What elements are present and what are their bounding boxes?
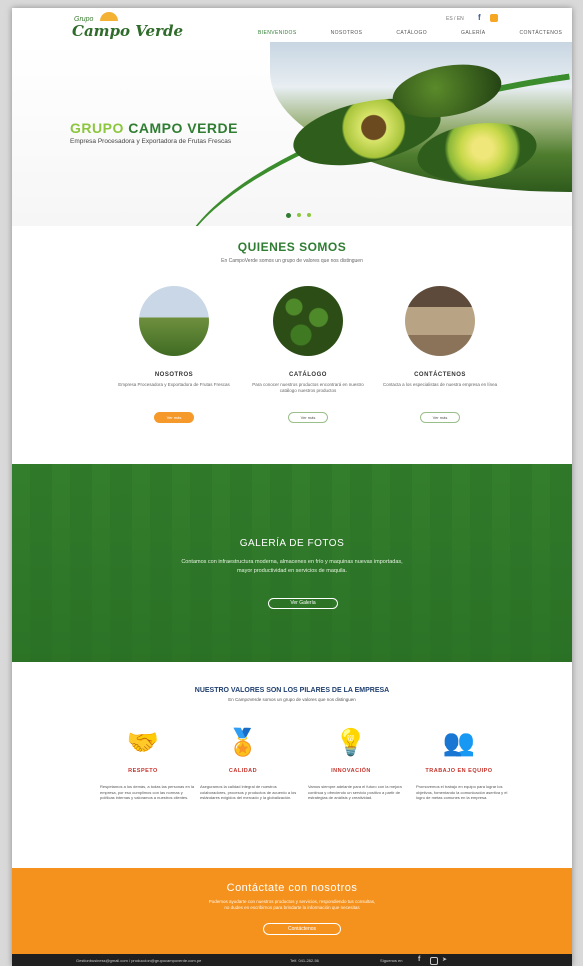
gallery-text-line: Contamos con infraestructura moderna, al… xyxy=(181,559,403,565)
slider-dots xyxy=(286,213,311,218)
contact-text-line: Podemos ayudarte con nuestros productos … xyxy=(208,899,376,904)
values-subtitle: En CampoVerde somos un grupo de valores … xyxy=(228,697,356,702)
contact-band: Contáctate con nosotros Podemos ayudarte… xyxy=(12,868,572,954)
main-nav: BIENVENIDOS NOSOTROS CATÁLOGO GALERÍA CO… xyxy=(258,30,572,36)
nav-galeria[interactable]: GALERÍA xyxy=(461,30,485,36)
value-calidad: 🏅 CALIDAD Aseguramos la calidad integral… xyxy=(188,726,298,801)
logo-name: Campo Verde xyxy=(72,22,183,40)
instagram-icon[interactable] xyxy=(490,14,498,22)
value-trabajo-equipo: 👥 TRABAJO EN EQUIPO Promovemos el trabaj… xyxy=(404,726,514,801)
page: Grupo Campo Verde cultivating excellence… xyxy=(12,8,572,966)
footer-phone: Telf. 041-282-56 xyxy=(290,958,319,963)
handshake-icon: 🤝 xyxy=(126,727,160,757)
nav-bienvenidos[interactable]: BIENVENIDOS xyxy=(258,30,297,36)
contact-text: Podemos ayudarte con nuestros productos … xyxy=(12,899,572,911)
value-title: TRABAJO EN EQUIPO xyxy=(425,768,493,774)
contactenos-more-button[interactable]: Ver más xyxy=(419,412,461,423)
value-text: Aseguramos la calidad integral de nuestr… xyxy=(200,784,297,800)
medal-icon: 🏅 xyxy=(226,727,260,757)
card-catalogo: CATÁLOGO Para conocer nuestros productos… xyxy=(248,286,368,424)
card-title: NOSOTROS xyxy=(154,372,194,378)
contact-button[interactable]: Contáctenos xyxy=(263,923,341,935)
nav-nosotros[interactable]: NOSOTROS xyxy=(331,30,363,36)
telegram-icon[interactable]: ➤ xyxy=(442,956,447,963)
contact-title: Contáctate con nosotros xyxy=(226,882,358,894)
contact-text-line: no dudes en escribirnos para brindarte l… xyxy=(224,905,360,910)
hero-slider: GRUPO CAMPO VERDE Empresa Procesadora y … xyxy=(12,42,572,226)
value-title: INNOVACIÓN xyxy=(331,768,371,774)
sun-logo-icon xyxy=(100,12,118,21)
card-title: CATÁLOGO xyxy=(289,372,327,378)
card-nosotros: NOSOTROS Empresa Procesadora y Exportado… xyxy=(114,286,234,424)
contactenos-photo xyxy=(405,286,475,356)
card-contactenos: CONTÁCTENOS Contacta a los especialistas… xyxy=(380,286,500,424)
nav-contactenos[interactable]: CONTÁCTENOS xyxy=(520,30,563,36)
value-title: RESPETO xyxy=(128,768,158,774)
value-innovacion: 💡 INNOVACIÓN Vamos siempre adelante para… xyxy=(296,726,406,801)
value-title: CALIDAD xyxy=(228,768,258,774)
hero-title-grupo: GRUPO xyxy=(70,120,124,136)
gallery-banner: GALERÍA DE FOTOS Contamos con infraestru… xyxy=(12,464,572,662)
value-text: Respetamos a los demás, a todas las pers… xyxy=(100,784,195,800)
card-text: Contacta a los especialistas de nuestra … xyxy=(382,382,498,387)
value-text: Promovemos el trabajo en equipo para log… xyxy=(416,784,508,800)
gallery-text: Contamos con infraestructura moderna, al… xyxy=(12,558,572,576)
footer-emails[interactable]: Gestionbusiness@gmail.com / produccion@g… xyxy=(76,958,201,963)
slider-dot[interactable] xyxy=(297,213,301,217)
footer-follow: Síguenos en xyxy=(380,958,403,963)
card-text: Empresa Procesadora y Exportadora de Fru… xyxy=(118,382,230,387)
quienes-title: QUIENES SOMOS xyxy=(237,240,347,254)
instagram-icon[interactable] xyxy=(430,957,438,965)
facebook-icon[interactable]: f xyxy=(418,956,420,963)
footer: Gestionbusiness@gmail.com / produccion@g… xyxy=(12,954,572,966)
card-text: Para conocer nuestros productos encontra… xyxy=(252,382,364,393)
hero-subtitle: Empresa Procesadora y Exportadora de Fru… xyxy=(70,138,232,145)
gallery-title: GALERÍA DE FOTOS xyxy=(239,538,345,549)
hero-title: GRUPO CAMPO VERDE xyxy=(70,120,238,136)
nosotros-more-button[interactable]: Ver más xyxy=(153,412,195,423)
nosotros-photo xyxy=(139,286,209,356)
catalogo-more-button[interactable]: Ver más xyxy=(287,412,329,423)
quienes-subtitle: En CampoVerde somos un grupo de valores … xyxy=(221,258,363,264)
facebook-icon[interactable]: f xyxy=(478,13,481,22)
value-respeto: 🤝 RESPETO Respetamos a los demás, a toda… xyxy=(88,726,198,801)
language-switch[interactable]: ES / EN xyxy=(446,16,464,22)
slider-dot[interactable] xyxy=(286,213,291,218)
team-icon: 👥 xyxy=(442,727,476,757)
lightbulb-icon: 💡 xyxy=(334,727,368,757)
gallery-button[interactable]: Ver Galería xyxy=(268,598,338,609)
nav-catalogo[interactable]: CATÁLOGO xyxy=(396,30,427,36)
value-text: Vamos siempre adelante para el futuro co… xyxy=(308,784,402,800)
hero-title-campo-verde: CAMPO VERDE xyxy=(128,120,238,136)
catalogo-photo xyxy=(273,286,343,356)
values-title: NUESTRO VALORES SON LOS PILARES DE LA EM… xyxy=(194,687,390,694)
slider-dot[interactable] xyxy=(307,213,311,217)
card-title: CONTÁCTENOS xyxy=(414,372,466,378)
gallery-text-line: mayor productividad en servicios de maqu… xyxy=(236,568,348,574)
